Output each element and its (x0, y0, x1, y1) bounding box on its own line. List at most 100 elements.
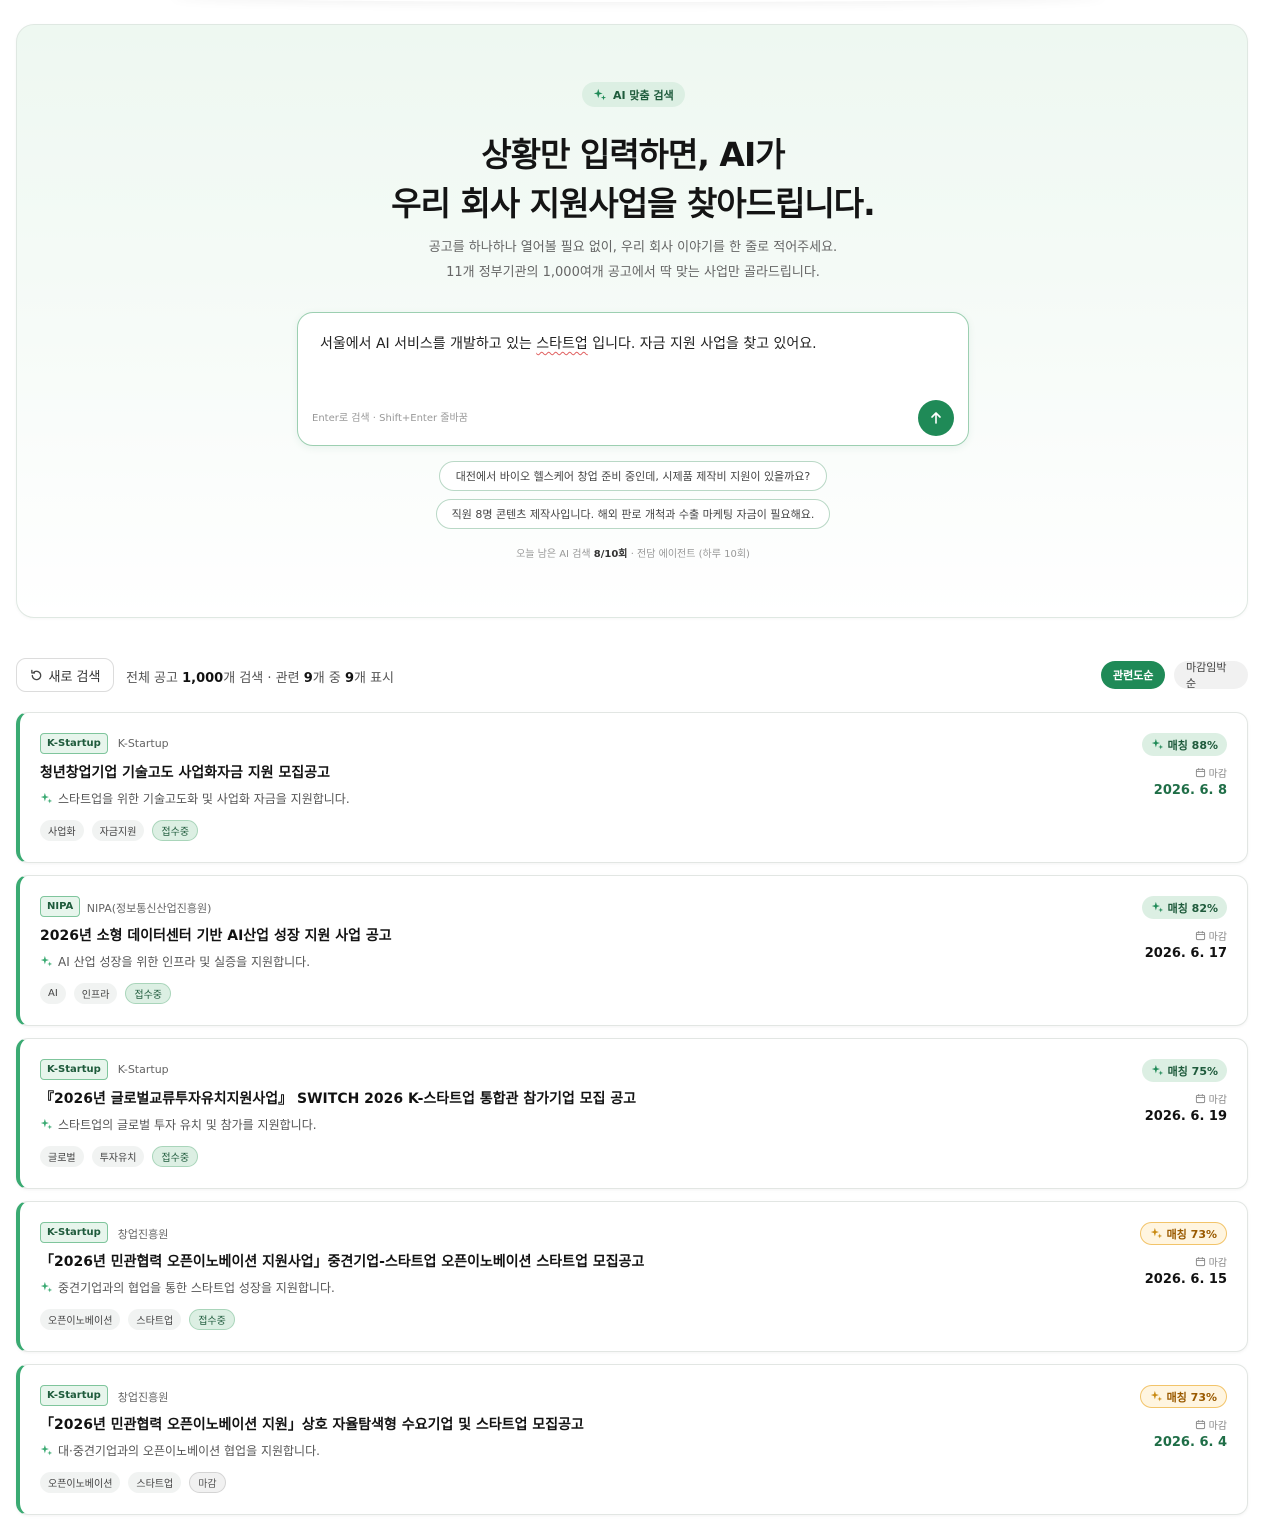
match-badge: 매칭 82% (1141, 896, 1227, 919)
sparkle-icon (40, 955, 53, 967)
deadline-date: 2026. 6. 15 (1144, 1272, 1227, 1287)
source-name: NIPA(정보통신산업진흥원) (86, 902, 212, 915)
sparkle-icon (40, 1281, 53, 1293)
results-summary: 전체 공고 1,000개 검색 · 관련 9개 중 9개 표시 (126, 671, 394, 686)
ai-search-badge: AI 맞춤 검색 (582, 82, 685, 107)
result-description: 스타트업의 글로벌 투자 유치 및 참가를 지원합니다. (40, 1116, 317, 1133)
tag: AI (40, 983, 66, 1004)
status-badge: 마감 (189, 1472, 226, 1493)
deadline-date: 2026. 6. 19 (1144, 1109, 1227, 1124)
result-card[interactable]: K-Startup K-Startup 청년창업기업 기술고도 사업화자금 지원 모… (16, 712, 1248, 863)
hero-subtitle: 공고를 하나하나 열어볼 필요 없이, 우리 회사 이야기를 한 줄로 적어주세… (17, 235, 1249, 285)
misspelled-word: 스타트업 (536, 336, 588, 352)
new-search-button[interactable]: 새로 검색 (16, 658, 114, 692)
tag: 사업화 (40, 820, 84, 841)
result-description: AI 산업 성장을 위한 인프라 및 실증을 지원합니다. (40, 953, 310, 970)
hero-title: 상황만 입력하면, AI가 우리 회사 지원사업을 찾아드립니다. (17, 130, 1249, 228)
sparkle-icon (1151, 1064, 1163, 1076)
result-title[interactable]: 청년창업기업 기술고도 사업화자금 지원 모집공고 (40, 762, 330, 782)
result-description: 대·중견기업과의 오픈이노베이션 협업을 지원합니다. (40, 1442, 320, 1459)
sparkle-icon (40, 792, 53, 804)
status-badge: 접수중 (152, 1146, 199, 1167)
calendar-icon (1195, 1257, 1205, 1267)
source-tag: K-Startup (40, 1385, 108, 1406)
calendar-icon (1195, 931, 1205, 941)
sort-relevance-button[interactable]: 관련도순 (1101, 661, 1166, 689)
result-title[interactable]: 「2026년 민관협력 오픈이노베이션 지원」상호 자율탐색형 수요기업 및 스… (40, 1414, 584, 1434)
example-query-1[interactable]: 대전에서 바이오 헬스케어 창업 준비 중인데, 시제품 제작비 지원이 있을까… (439, 461, 827, 491)
result-title[interactable]: 『2026년 글로벌교류투자유치지원사업』 SWITCH 2026 K-스타트업… (40, 1088, 636, 1108)
top-shadow (170, 0, 1106, 2)
search-hint: Enter로 검색 · Shift+Enter 줄바꿈 (312, 413, 468, 424)
tag: 스타트업 (128, 1309, 182, 1330)
tag: 인프라 (73, 983, 118, 1004)
result-card[interactable]: K-Startup 창업진흥원 「2026년 민관협력 오픈이노베이션 지원사업」중… (16, 1201, 1248, 1352)
hero-subtitle-line2: 11개 정부기관의 1,000여개 공고에서 딱 맞는 사업만 골라드립니다. (446, 265, 820, 280)
calendar-icon (1195, 1420, 1205, 1430)
result-description: 중견기업과의 협업을 통한 스타트업 성장을 지원합니다. (40, 1279, 335, 1296)
sort-deadline-button[interactable]: 마감임박순 (1174, 661, 1248, 690)
source-tag: K-Startup (40, 733, 108, 754)
tag: 오픈이노베이션 (40, 1309, 121, 1330)
deadline-label: 마감 (1195, 1417, 1227, 1432)
sparkle-icon (1151, 901, 1163, 913)
source-name: K-Startup (117, 737, 169, 750)
deadline-date: 2026. 6. 4 (1153, 1435, 1227, 1450)
sparkle-icon (1150, 1227, 1162, 1239)
example-query-2[interactable]: 직원 8명 콘텐츠 제작사입니다. 해외 판로 개척과 수출 마케팅 자금이 필… (436, 499, 830, 529)
arrow-up-icon (931, 412, 941, 424)
sparkle-icon (1150, 1390, 1162, 1402)
source-name: 창업진흥원 (117, 1228, 169, 1241)
result-description: 스타트업을 위한 기술고도화 및 사업화 자금을 지원합니다. (40, 790, 350, 807)
refresh-icon (30, 669, 41, 680)
ai-search-badge-label: AI 맞춤 검색 (613, 88, 674, 102)
sparkle-icon (1151, 738, 1163, 750)
status-badge: 접수중 (152, 820, 199, 841)
tag-list: 글로벌 투자유치 접수중 (40, 1146, 199, 1167)
search-input[interactable]: 서울에서 AI 서비스를 개발하고 있는 스타트업 입니다. 자금 지원 사업을… (297, 312, 969, 446)
source-tag: NIPA (40, 896, 81, 917)
hero-title-line1: 상황만 입력하면, AI가 (481, 135, 785, 174)
deadline-date: 2026. 6. 8 (1153, 783, 1227, 798)
send-button[interactable] (918, 400, 954, 436)
result-title[interactable]: 「2026년 민관협력 오픈이노베이션 지원사업」중견기업-스타트업 오픈이노베… (40, 1251, 644, 1271)
match-badge: 매칭 75% (1141, 1059, 1227, 1082)
result-card[interactable]: K-Startup K-Startup 『2026년 글로벌교류투자유치지원사업』 … (16, 1038, 1248, 1189)
quota-text: 오늘 남은 AI 검색 8/10회 · 전담 에이전트 (하루 10회) (516, 549, 750, 560)
deadline-label: 마감 (1195, 1091, 1227, 1106)
source-name: 창업진흥원 (117, 1391, 169, 1404)
tag-list: AI 인프라 접수중 (40, 983, 172, 1004)
quota-count: 8/10회 (593, 549, 628, 560)
tag: 오픈이노베이션 (40, 1472, 121, 1493)
sparkle-icon (40, 1118, 53, 1130)
match-badge: 매칭 73% (1139, 1385, 1227, 1408)
calendar-icon (1195, 768, 1205, 778)
hero-panel: AI 맞춤 검색 상황만 입력하면, AI가 우리 회사 지원사업을 찾아드립니… (16, 24, 1248, 618)
source-name: K-Startup (117, 1063, 169, 1076)
tag: 스타트업 (128, 1472, 182, 1493)
tag-list: 오픈이노베이션 스타트업 접수중 (40, 1309, 235, 1330)
deadline-label: 마감 (1195, 928, 1227, 943)
sparkle-icon (40, 1444, 53, 1456)
match-badge: 매칭 88% (1141, 733, 1227, 756)
source-tag: K-Startup (40, 1222, 108, 1243)
result-card[interactable]: NIPA NIPA(정보통신산업진흥원) 2026년 소형 데이터센터 기반 AI산… (16, 875, 1248, 1026)
deadline-label: 마감 (1195, 765, 1227, 780)
result-title[interactable]: 2026년 소형 데이터센터 기반 AI산업 성장 지원 사업 공고 (40, 925, 392, 945)
sparkle-icon (593, 88, 607, 100)
tag: 자금지원 (91, 820, 145, 841)
results-toolbar: 새로 검색 전체 공고 1,000개 검색 · 관련 9개 중 9개 표시 관련… (16, 658, 1248, 692)
status-badge: 접수중 (125, 983, 172, 1004)
tag: 투자유치 (91, 1146, 145, 1167)
tag-list: 사업화 자금지원 접수중 (40, 820, 199, 841)
hero-subtitle-line1: 공고를 하나하나 열어볼 필요 없이, 우리 회사 이야기를 한 줄로 적어주세… (428, 240, 838, 255)
result-card[interactable]: K-Startup 창업진흥원 「2026년 민관협력 오픈이노베이션 지원」상호 … (16, 1364, 1248, 1515)
match-badge: 매칭 73% (1139, 1222, 1227, 1245)
search-input-value[interactable]: 서울에서 AI 서비스를 개발하고 있는 스타트업 입니다. 자금 지원 사업을… (320, 333, 817, 353)
status-badge: 접수중 (189, 1309, 235, 1330)
source-tag: K-Startup (40, 1059, 108, 1080)
tag-list: 오픈이노베이션 스타트업 마감 (40, 1472, 226, 1493)
new-search-label: 새로 검색 (48, 669, 101, 685)
deadline-date: 2026. 6. 17 (1144, 946, 1227, 961)
deadline-label: 마감 (1195, 1254, 1227, 1269)
